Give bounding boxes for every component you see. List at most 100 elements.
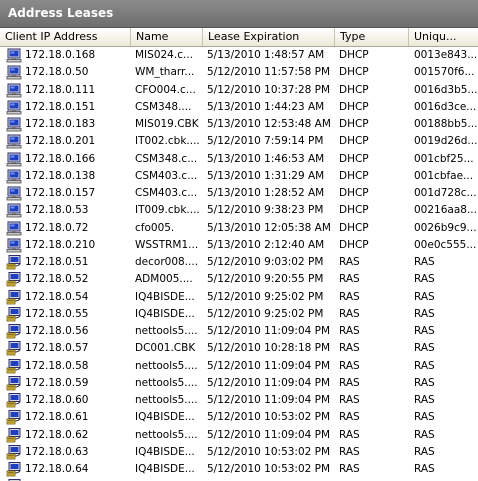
ras-icon (6, 272, 22, 287)
type-cell: RAS (339, 376, 360, 389)
unique-id-cell: RAS (414, 307, 435, 320)
table-row[interactable]: 172.18.0.53 IT009.cbk.... 5/12/2010 9:38:2… (0, 202, 478, 219)
name-cell: DC001.CBK (135, 342, 196, 355)
computer-icon (6, 238, 22, 253)
lease-expiration-cell: 5/13/2010 1:31:29 AM (207, 169, 325, 182)
unique-id-cell: 0013e843... (414, 49, 478, 61)
computer-icon (6, 65, 22, 80)
table-row[interactable]: 172.18.0.62 nettools5.... 5/12/2010 11:09:… (0, 427, 478, 444)
lease-expiration-cell: 5/13/2010 12:05:38 AM (207, 221, 331, 234)
client-ip-cell: 172.18.0.64 (25, 463, 89, 475)
table-row[interactable]: 172.18.0.51 decor008.... 5/12/2010 9:03:02… (0, 254, 478, 271)
table-row[interactable]: 172.18.0.57 DC001.CBK 5/12/2010 10:28:18 P… (0, 340, 478, 357)
lease-list: 172.18.0.168 MIS024.c... 5/13/2010 1:48:57… (0, 47, 478, 481)
unique-id-cell: 00188bb5... (414, 118, 478, 130)
table-row[interactable]: 172.18.0.72 cfo005. 5/13/2010 12:05:38 AM D… (0, 220, 478, 237)
unique-id-cell: 0026b9c9... (414, 221, 477, 234)
title-bar: Address Leases (0, 0, 478, 28)
client-ip-cell: 172.18.0.201 (25, 135, 96, 148)
table-row[interactable]: 172.18.0.58 nettools5.... 5/12/2010 11:09:… (0, 358, 478, 375)
lease-expiration-cell: 5/12/2010 9:25:02 PM (207, 290, 324, 303)
name-cell: CSM348.c... (135, 152, 198, 165)
table-row[interactable]: 172.18.0.168 MIS024.c... 5/13/2010 1:48:57… (0, 47, 478, 64)
ras-icon (6, 428, 22, 443)
name-cell: ADM005.... (135, 273, 193, 286)
table-row[interactable]: 172.18.0.111 CFO004.c... 5/12/2010 10:37:2… (0, 82, 478, 99)
type-cell: DHCP (339, 169, 369, 182)
address-leases-window: Address Leases Client IP Address Name Le… (0, 0, 478, 481)
lease-expiration-cell: 5/13/2010 12:53:48 AM (207, 118, 331, 130)
unique-id-cell: RAS (414, 394, 435, 406)
name-cell: WSSTRM1... (135, 238, 199, 251)
unique-id-cell: RAS (414, 428, 435, 441)
type-cell: RAS (339, 445, 360, 458)
type-cell: RAS (339, 411, 360, 424)
table-row[interactable]: 172.18.0.210 WSSTRM1... 5/13/2010 2:12:40 … (0, 237, 478, 254)
ras-icon (6, 445, 22, 460)
table-row[interactable]: 172.18.0.52 ADM005.... 5/12/2010 9:20:55 P… (0, 271, 478, 288)
lease-expiration-cell: 5/12/2010 11:09:04 PM (207, 394, 331, 406)
name-cell: WM_tharr... (135, 66, 195, 79)
client-ip-cell: 172.18.0.111 (25, 83, 96, 96)
table-row[interactable]: 172.18.0.61 IQ4BISDE... 5/12/2010 10:53:02… (0, 409, 478, 426)
unique-id-cell: RAS (414, 273, 435, 286)
table-row[interactable]: 172.18.0.54 IQ4BISDE... 5/12/2010 9:25:02 … (0, 289, 478, 306)
table-row[interactable]: 172.18.0.138 CSM403.c... 5/13/2010 1:31:29… (0, 168, 478, 185)
column-header-lease-expiration[interactable]: Lease Expiration (203, 28, 335, 46)
table-row[interactable]: 172.18.0.201 IT002.cbk.... 5/12/2010 7:59:… (0, 133, 478, 150)
column-header-client-ip[interactable]: Client IP Address (0, 28, 131, 46)
computer-icon (6, 134, 22, 149)
lease-expiration-cell: 5/12/2010 9:03:02 PM (207, 256, 324, 268)
unique-id-cell: RAS (414, 359, 435, 372)
column-header-row: Client IP Address Name Lease Expiration … (0, 28, 478, 47)
name-cell: CSM403.c... (135, 187, 198, 199)
table-row[interactable]: 172.18.0.50 WM_tharr... 5/12/2010 11:57:58… (0, 64, 478, 81)
name-cell: IT002.cbk.... (135, 135, 200, 148)
name-cell: nettools5.... (135, 428, 198, 441)
table-row[interactable]: 172.18.0.157 CSM403.c... 5/13/2010 1:28:52… (0, 185, 478, 202)
table-row[interactable]: 172.18.0.64 IQ4BISDE... 5/12/2010 10:53:02… (0, 461, 478, 478)
type-cell: RAS (339, 394, 360, 406)
lease-expiration-cell: 5/13/2010 1:48:57 AM (207, 49, 325, 61)
name-cell: IQ4BISDE... (135, 463, 195, 475)
table-row[interactable]: 172.18.0.166 CSM348.c... 5/13/2010 1:46:53… (0, 151, 478, 168)
table-row[interactable]: 172.18.0.63 IQ4BISDE... 5/12/2010 10:53:02… (0, 444, 478, 461)
column-header-name[interactable]: Name (131, 28, 203, 46)
type-cell: DHCP (339, 238, 369, 251)
table-row[interactable]: 172.18.0.60 nettools5.... 5/12/2010 11:09:… (0, 392, 478, 409)
lease-expiration-cell: 5/12/2010 10:53:02 PM (207, 463, 331, 475)
client-ip-cell: 172.18.0.168 (25, 49, 96, 61)
page-title: Address Leases (8, 6, 114, 20)
computer-icon (6, 186, 22, 201)
computer-icon (6, 152, 22, 167)
computer-icon (6, 48, 22, 63)
ras-icon (6, 307, 22, 322)
lease-expiration-cell: 5/13/2010 1:44:23 AM (207, 100, 325, 113)
name-cell: decor008.... (135, 256, 199, 268)
lease-expiration-cell: 5/13/2010 1:28:52 AM (207, 187, 325, 199)
column-header-type[interactable]: Type (335, 28, 409, 46)
table-row[interactable]: 172.18.0.59 nettools5.... 5/12/2010 11:09:… (0, 375, 478, 392)
client-ip-cell: 172.18.0.210 (25, 238, 96, 251)
table-row[interactable]: 172.18.0.151 CSM348.... 5/13/2010 1:44:23 … (0, 99, 478, 116)
type-cell: RAS (339, 325, 360, 337)
client-ip-cell: 172.18.0.55 (25, 307, 89, 320)
type-cell: DHCP (339, 187, 369, 199)
lease-expiration-cell: 5/13/2010 2:12:40 AM (207, 238, 325, 251)
table-row[interactable]: 172.18.0.55 IQ4BISDE... 5/12/2010 9:25:02 … (0, 306, 478, 323)
table-row[interactable]: 172.18.0.183 MIS019.CBK 5/13/2010 12:53:48… (0, 116, 478, 133)
unique-id-cell: 001cbfae... (414, 169, 474, 182)
unique-id-cell: RAS (414, 256, 435, 268)
client-ip-cell: 172.18.0.61 (25, 411, 89, 424)
unique-id-cell: 001570f6... (414, 66, 475, 79)
type-cell: RAS (339, 290, 360, 303)
type-cell: DHCP (339, 83, 369, 96)
lease-expiration-cell: 5/12/2010 10:28:18 PM (207, 342, 331, 355)
unique-id-cell: 001cbf25... (414, 152, 474, 165)
table-row[interactable]: 172.18.0.56 nettools5.... 5/12/2010 11:09:… (0, 323, 478, 340)
lease-expiration-cell: 5/12/2010 10:37:28 PM (207, 83, 331, 96)
column-header-unique-id[interactable]: Uniqu... (409, 28, 478, 46)
name-cell: MIS019.CBK (135, 118, 199, 130)
ras-icon (6, 255, 22, 270)
type-cell: DHCP (339, 152, 369, 165)
